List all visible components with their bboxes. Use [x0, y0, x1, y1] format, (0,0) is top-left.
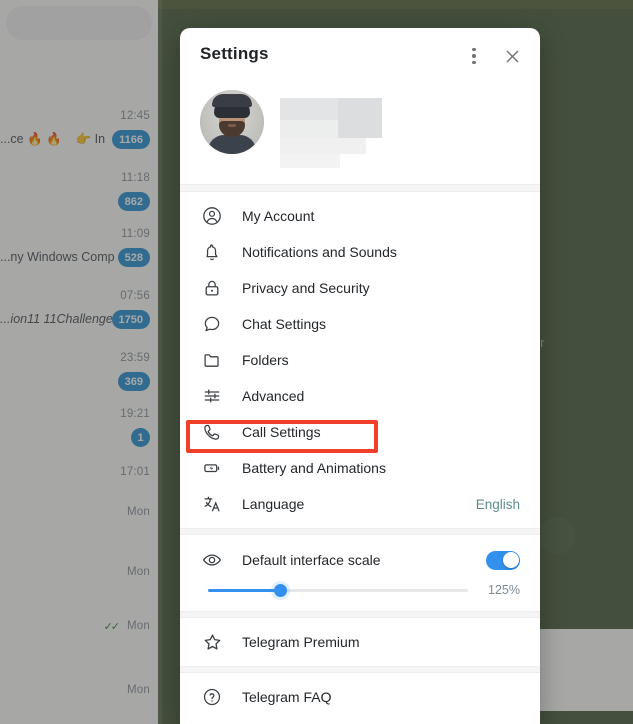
- settings-item-privacy-and-security[interactable]: Privacy and Security: [180, 270, 540, 306]
- section-divider-3: [180, 611, 540, 618]
- settings-item-label: Privacy and Security: [242, 280, 370, 296]
- interface-scale-toggle[interactable]: [486, 550, 520, 570]
- settings-item-label: Chat Settings: [242, 316, 327, 332]
- interface-scale-row[interactable]: Default interface scale: [200, 543, 520, 577]
- settings-item-chat-settings[interactable]: Chat Settings: [180, 306, 540, 342]
- interface-scale-slider-row: 125%: [200, 583, 520, 597]
- eye-icon: [200, 548, 224, 572]
- more-vertical-icon[interactable]: [460, 42, 488, 70]
- settings-menu: My Account Notifications and Sounds Privac…: [180, 192, 540, 528]
- translate-icon: [200, 492, 224, 516]
- settings-dialog: Settings My Account Notifications and So…: [180, 28, 540, 724]
- settings-item-advanced[interactable]: Advanced: [180, 378, 540, 414]
- profile-extra-redacted: [280, 154, 340, 168]
- settings-item-label: Notifications and Sounds: [242, 244, 397, 260]
- settings-item-my-account[interactable]: My Account: [180, 198, 540, 234]
- profile-section[interactable]: [180, 84, 540, 184]
- avatar[interactable]: [200, 90, 264, 154]
- profile-name-redacted-2: [338, 98, 382, 138]
- section-divider-4: [180, 666, 540, 673]
- battery-icon: [200, 456, 224, 480]
- settings-item-call-settings[interactable]: Call Settings: [180, 414, 540, 450]
- settings-item-label: Language: [242, 496, 305, 512]
- settings-item-label: Advanced: [242, 388, 305, 404]
- phone-icon: [200, 420, 224, 444]
- settings-item-label: Battery and Animations: [242, 460, 386, 476]
- bell-icon: [200, 240, 224, 264]
- settings-item-notifications-and-sounds[interactable]: Notifications and Sounds: [180, 234, 540, 270]
- settings-item-label: Folders: [242, 352, 289, 368]
- profile-username-redacted: [280, 120, 338, 138]
- settings-item-telegram-features[interactable]: Telegram Features: [180, 715, 540, 724]
- dialog-header: Settings: [180, 28, 540, 84]
- interface-scale-slider[interactable]: [208, 583, 468, 597]
- question-circle-icon: [200, 685, 224, 709]
- section-divider: [180, 184, 540, 192]
- settings-item-value: English: [475, 496, 520, 512]
- chat-bubble-icon: [200, 312, 224, 336]
- settings-item-language[interactable]: Language English: [180, 486, 540, 522]
- help-menu: Telegram FAQ Telegram Features: [180, 673, 540, 724]
- settings-item-label: Telegram FAQ: [242, 689, 332, 705]
- premium-menu: Telegram Premium: [180, 618, 540, 666]
- settings-item-label: Call Settings: [242, 424, 321, 440]
- screen: 12:45 ce 🔥 🔥 👉 In... 1166 11:18 862 11:09 ny …: [0, 0, 633, 724]
- lock-icon: [200, 276, 224, 300]
- settings-item-battery-and-animations[interactable]: Battery and Animations: [180, 450, 540, 486]
- interface-scale-label: Default interface scale: [242, 552, 381, 568]
- star-icon: [200, 630, 224, 654]
- sliders-icon: [200, 384, 224, 408]
- folder-icon: [200, 348, 224, 372]
- interface-scale-section: Default interface scale 125%: [180, 535, 540, 611]
- settings-item-folders[interactable]: Folders: [180, 342, 540, 378]
- slider-handle[interactable]: [274, 583, 288, 597]
- close-icon[interactable]: [498, 42, 526, 70]
- settings-item-telegram-faq[interactable]: Telegram FAQ: [180, 679, 540, 715]
- interface-scale-value: 125%: [488, 583, 520, 597]
- settings-item-telegram-premium[interactable]: Telegram Premium: [180, 624, 540, 660]
- avatar-photo: [200, 90, 264, 154]
- settings-item-label: My Account: [242, 208, 315, 224]
- settings-item-label: Telegram Premium: [242, 634, 360, 650]
- section-divider-2: [180, 528, 540, 535]
- page-title: Settings: [200, 44, 269, 63]
- profile-phone-redacted: [280, 138, 366, 154]
- person-circle-icon: [200, 204, 224, 228]
